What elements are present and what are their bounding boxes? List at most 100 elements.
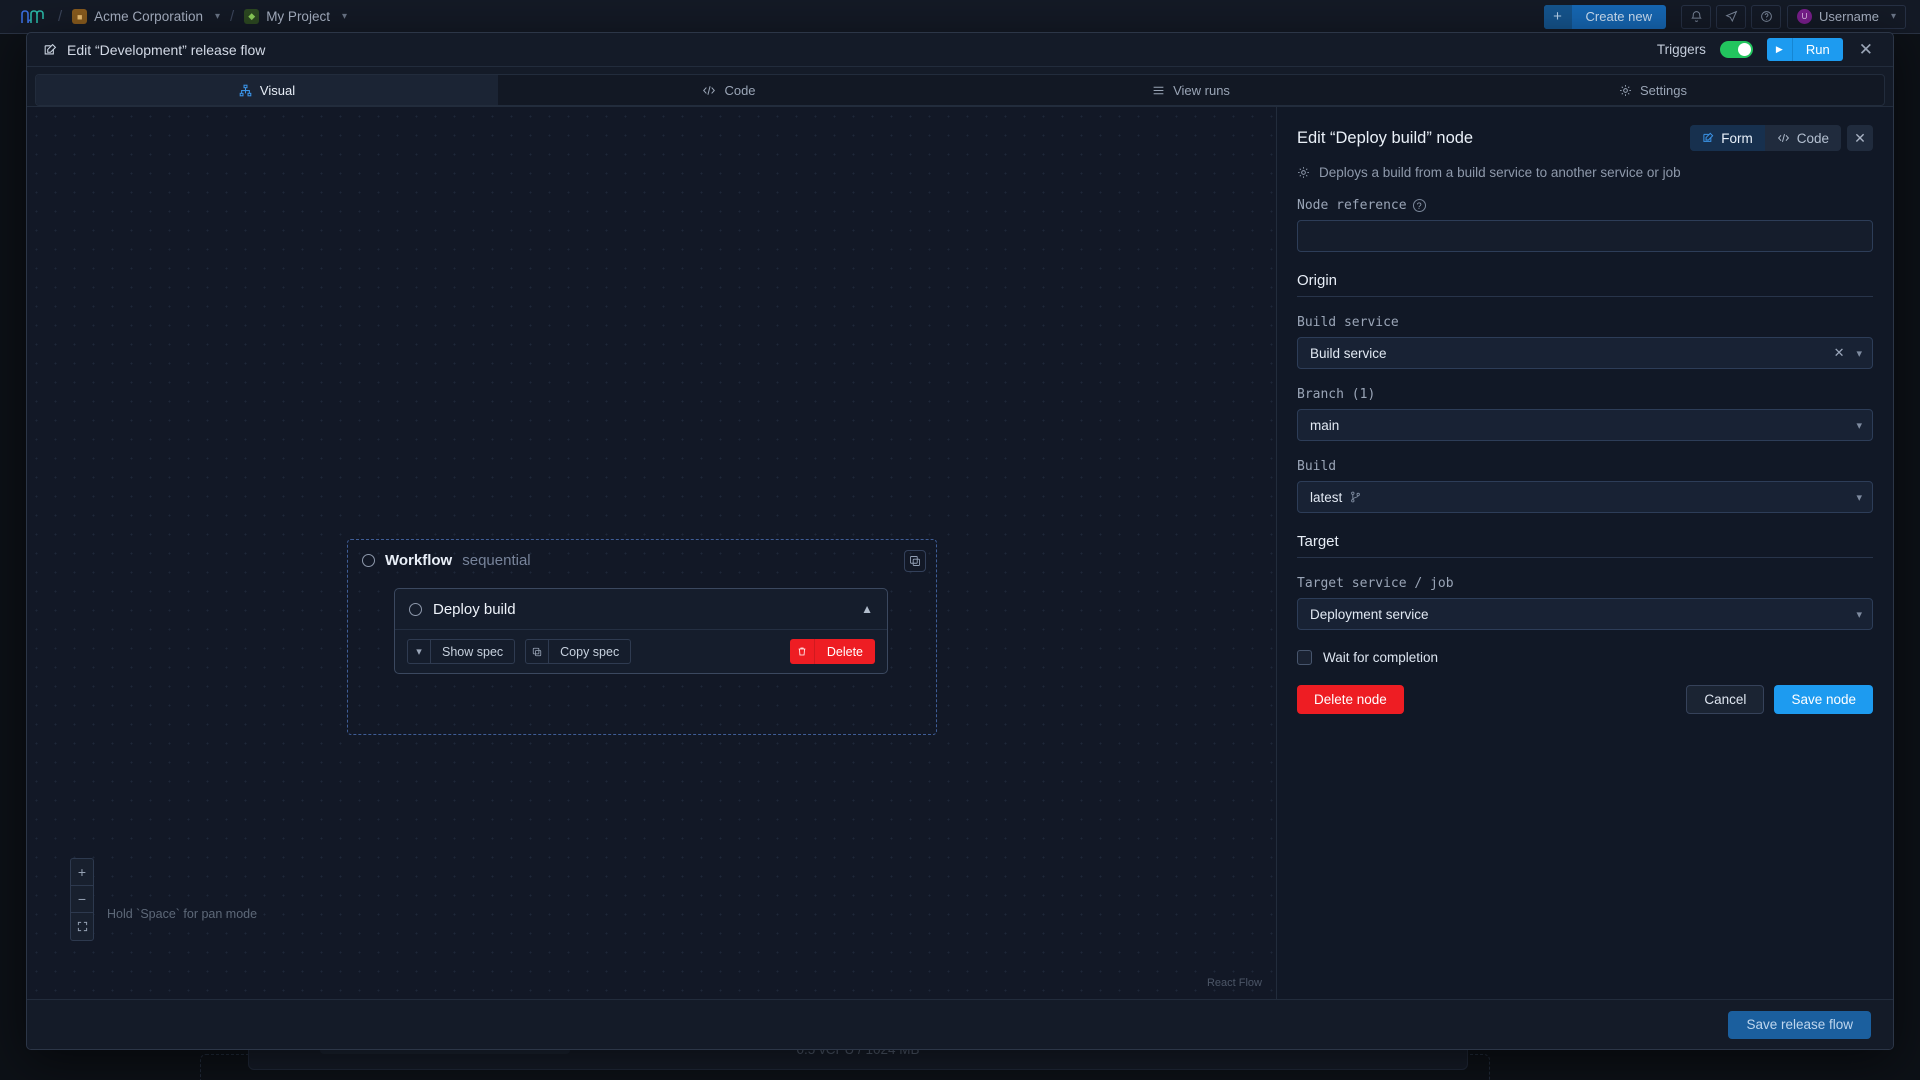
avatar: U (1797, 9, 1812, 24)
dialog-title-text: Edit “Development” release flow (67, 41, 266, 58)
build-service-value: Build service (1310, 345, 1387, 361)
build-select[interactable]: latest ▾ (1297, 481, 1873, 513)
create-new-button[interactable]: + Create new (1543, 4, 1666, 29)
node-reference-label-text: Node reference (1297, 198, 1407, 213)
global-topbar: / ■ Acme Corporation ▾ / ◆ My Project ▾ … (0, 0, 1920, 34)
reactflow-attribution[interactable]: React Flow (1207, 977, 1262, 989)
branch-value: main (1310, 417, 1340, 433)
tab-code[interactable]: Code (498, 75, 960, 105)
run-label: Run (1805, 42, 1830, 57)
node-reference-input[interactable] (1297, 220, 1873, 252)
copy-spec-button[interactable]: Copy spec (525, 639, 632, 664)
run-button[interactable]: ▶ Run (1766, 38, 1843, 61)
panel-close-icon[interactable]: ✕ (1847, 125, 1873, 151)
target-service-value: Deployment service (1310, 606, 1429, 622)
dialog-header: Edit “Development” release flow Triggers… (27, 33, 1893, 67)
chevron-down-icon[interactable]: ▾ (342, 11, 347, 22)
build-service-select[interactable]: Build service ✕ ▾ (1297, 337, 1873, 369)
user-menu[interactable]: U Username ▾ (1787, 4, 1906, 29)
plus-icon: + (1543, 4, 1572, 29)
username-label: Username (1819, 9, 1879, 24)
clear-icon[interactable]: ✕ (1834, 345, 1845, 361)
status-ring-icon (362, 554, 375, 567)
panel-tab-form[interactable]: Form (1690, 125, 1765, 151)
branch-controls: ▾ (1856, 419, 1862, 432)
panel-description-text: Deploys a build from a build service to … (1319, 165, 1681, 180)
breadcrumb-separator: / (58, 8, 63, 25)
cancel-button[interactable]: Cancel (1686, 685, 1765, 714)
panel-tab-form-label: Form (1721, 130, 1753, 146)
node-header[interactable]: Deploy build ▲ (395, 589, 887, 630)
chevron-down-icon[interactable]: ▾ (1856, 419, 1862, 432)
show-spec-button[interactable]: ▾ Show spec (407, 639, 516, 664)
gear-icon (1297, 166, 1310, 179)
workflow-group-header: Workflow sequential (348, 540, 936, 569)
tab-view-runs[interactable]: View runs (960, 75, 1422, 105)
panel-header-actions: Form Code ✕ (1690, 125, 1873, 151)
help-icon[interactable] (1751, 4, 1781, 29)
branch-label: Branch (1) (1297, 387, 1376, 402)
save-release-flow-button[interactable]: Save release flow (1728, 1010, 1871, 1039)
zoom-out-button[interactable]: − (71, 886, 93, 913)
chevron-down-icon[interactable]: ▾ (1856, 347, 1862, 360)
release-flow-editor-dialog: Edit “Development” release flow Triggers… (26, 32, 1894, 1050)
send-icon[interactable] (1716, 4, 1746, 29)
workflow-group-subtitle: sequential (462, 552, 531, 569)
zoom-in-button[interactable]: + (71, 859, 93, 886)
dialog-footer: Save release flow (27, 999, 1893, 1049)
node-delete-button[interactable]: Delete (789, 639, 875, 664)
zoom-controls: + − (70, 858, 94, 941)
create-new-label: Create new (1585, 9, 1652, 24)
breadcrumb-separator: / (230, 8, 235, 25)
target-section-heading: Target (1297, 533, 1873, 558)
breadcrumb-organization-label: Acme Corporation (94, 9, 203, 24)
chevron-down-icon[interactable]: ▾ (215, 11, 220, 22)
build-controls: ▾ (1856, 491, 1862, 504)
copy-icon (526, 640, 550, 663)
bell-icon[interactable] (1681, 4, 1711, 29)
flow-canvas[interactable]: Workflow sequential Deploy build ▲ ▾ Sho… (27, 106, 1276, 999)
delete-node-button[interactable]: Delete node (1297, 685, 1404, 714)
wait-for-completion-row[interactable]: Wait for completion (1297, 650, 1873, 665)
chevron-down-icon[interactable]: ▾ (1856, 608, 1862, 621)
tab-view-runs-label: View runs (1173, 82, 1230, 98)
save-node-button[interactable]: Save node (1774, 685, 1873, 714)
target-service-select[interactable]: Deployment service ▾ (1297, 598, 1873, 630)
node-delete-label: Delete (826, 644, 863, 659)
chevron-down-icon[interactable]: ▾ (1891, 11, 1896, 22)
panel-tab-code[interactable]: Code (1765, 125, 1841, 151)
panel-title: Edit “Deploy build” node (1297, 128, 1474, 147)
node-reference-label: Node reference ? (1297, 198, 1873, 213)
workflow-group[interactable]: Workflow sequential Deploy build ▲ ▾ Sho… (347, 539, 937, 735)
chevron-up-icon[interactable]: ▲ (861, 602, 873, 616)
breadcrumb-project-label: My Project (266, 9, 330, 24)
show-spec-label: Show spec (442, 644, 504, 659)
branch-select[interactable]: main ▾ (1297, 409, 1873, 441)
breadcrumb-project[interactable]: ◆ My Project ▾ (244, 9, 347, 24)
tab-settings-label: Settings (1640, 82, 1687, 98)
fit-view-icon[interactable] (71, 913, 93, 940)
list-icon (1152, 84, 1165, 97)
chevron-down-icon[interactable]: ▾ (1856, 491, 1862, 504)
edit-icon (43, 43, 57, 57)
copy-icon[interactable] (904, 550, 926, 572)
triggers-toggle[interactable] (1719, 41, 1753, 58)
org-icon: ■ (72, 9, 88, 24)
node-deploy-build[interactable]: Deploy build ▲ ▾ Show spec Copy spec Del… (394, 588, 888, 674)
triggers-label: Triggers (1656, 42, 1706, 57)
dialog-header-actions: Triggers ▶ Run ✕ (1657, 38, 1875, 61)
question-icon[interactable]: ? (1412, 199, 1426, 212)
panel-action-buttons: Delete node Cancel Save node (1297, 685, 1873, 714)
breadcrumb-organization[interactable]: ■ Acme Corporation ▾ (72, 9, 220, 24)
tab-settings[interactable]: Settings (1422, 75, 1884, 105)
branch-icon (1350, 491, 1361, 503)
dialog-title: Edit “Development” release flow (43, 42, 265, 58)
wait-for-completion-checkbox[interactable] (1297, 650, 1312, 665)
play-icon: ▶ (1767, 38, 1793, 61)
tab-visual[interactable]: Visual (36, 75, 498, 105)
app-logo-icon[interactable] (18, 7, 48, 27)
tab-visual-label: Visual (259, 82, 296, 98)
build-service-label: Build service (1297, 315, 1399, 330)
close-icon[interactable]: ✕ (1857, 41, 1875, 58)
trash-icon (790, 639, 815, 664)
